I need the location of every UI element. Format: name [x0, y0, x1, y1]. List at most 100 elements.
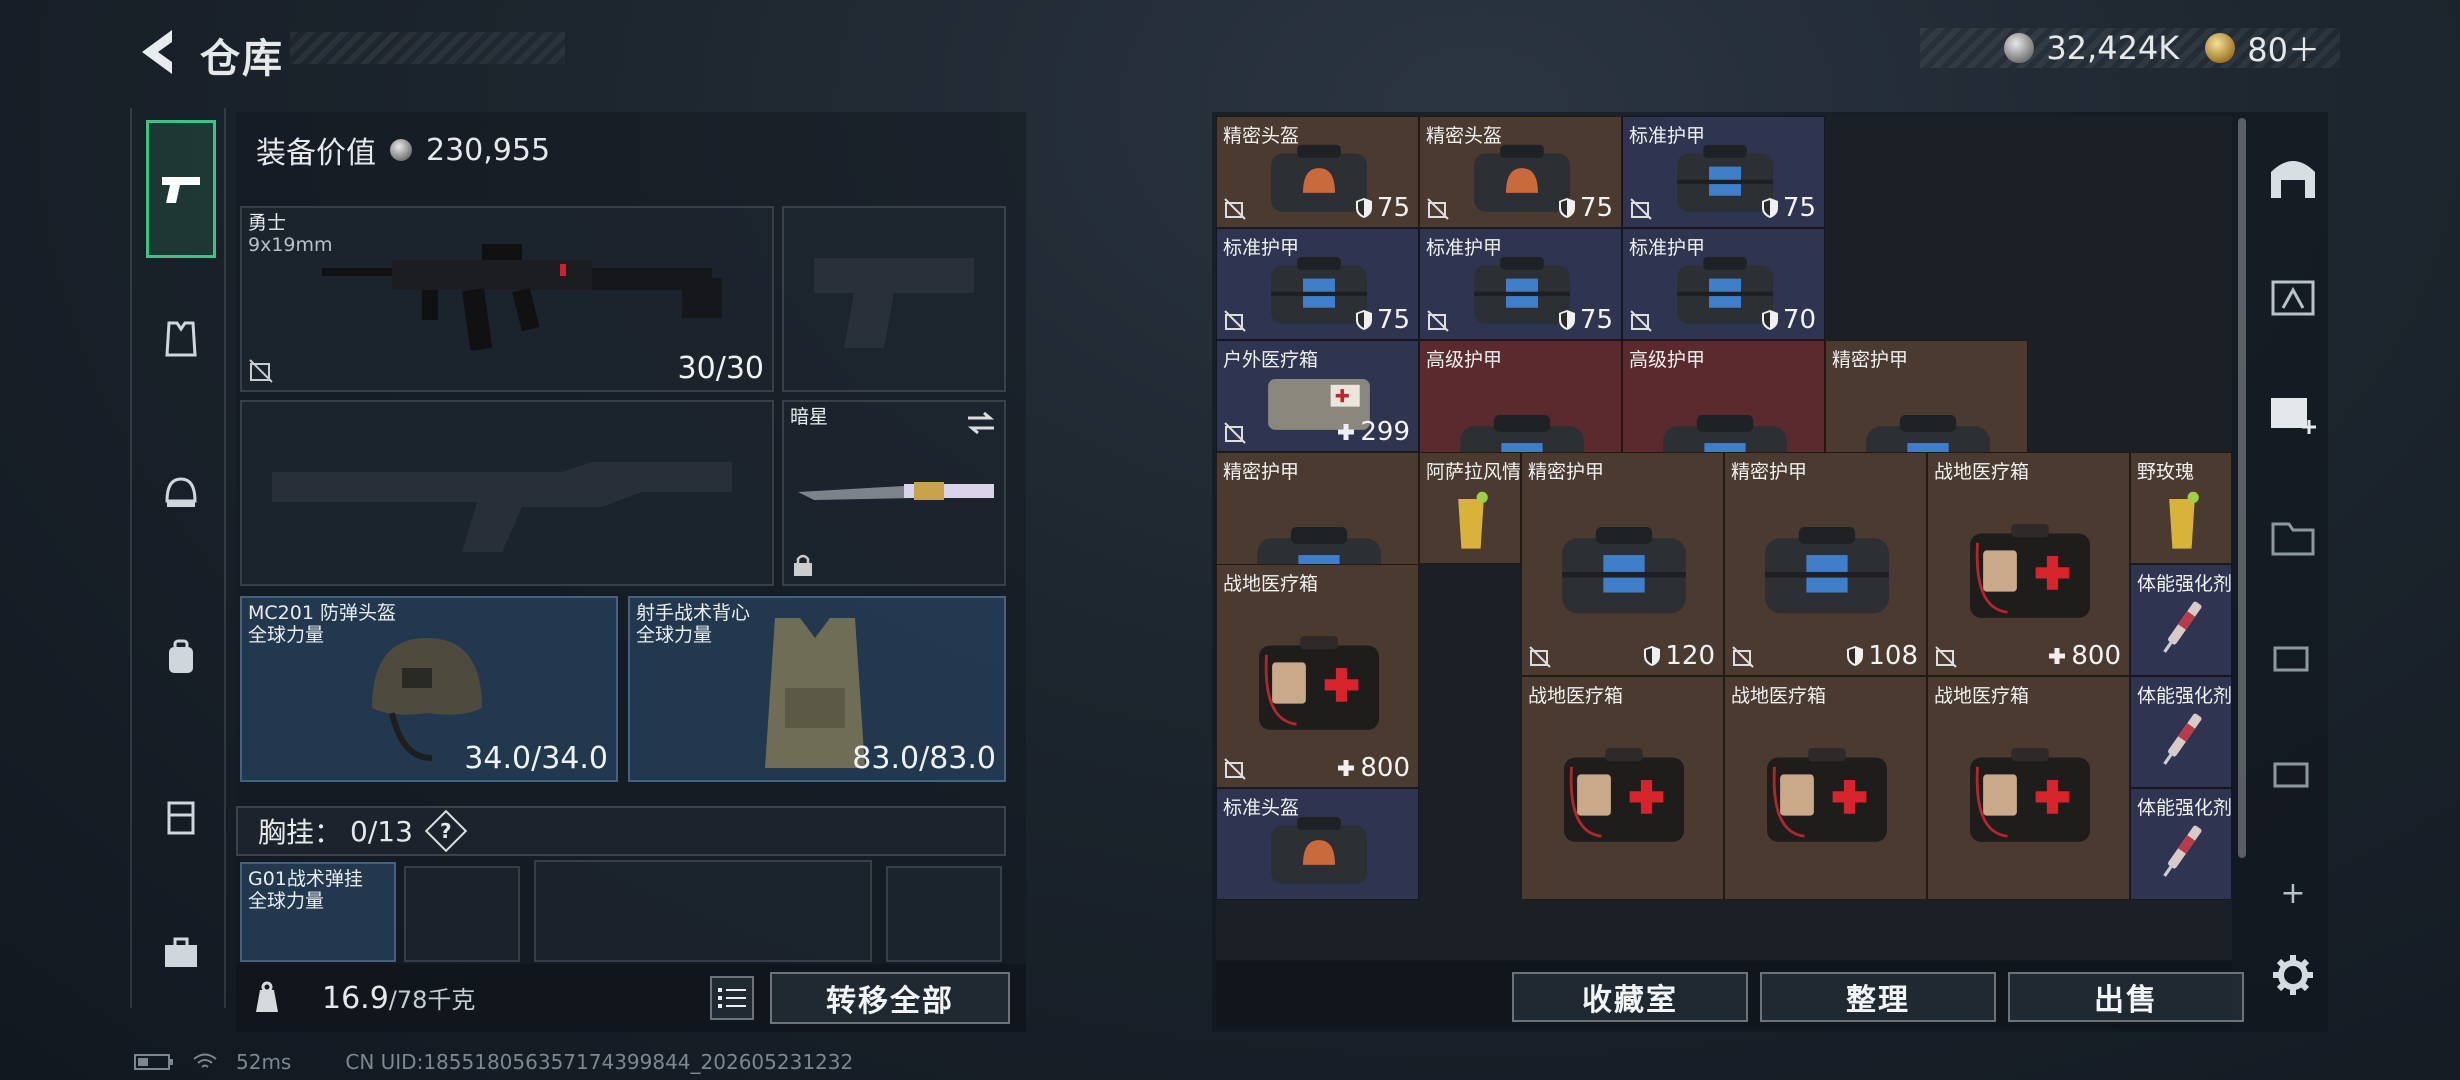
inventory-scrollbar[interactable] — [2238, 118, 2246, 858]
inventory-item[interactable]: 战地医疗箱 800 — [1927, 452, 2130, 676]
warehouse-tab-5[interactable] — [2258, 622, 2328, 692]
storage-add-icon — [2271, 398, 2316, 434]
item-name: 精密护甲 — [1832, 349, 1909, 371]
inventory-item[interactable]: 标准头盔 — [1216, 788, 1419, 900]
nav-helmet[interactable] — [146, 458, 216, 528]
folder-icon — [2271, 522, 2315, 556]
lock-icon — [794, 554, 812, 576]
primary-weapon-slot[interactable]: 勇士 9x19mm 30/30 — [240, 206, 774, 392]
inventory-item[interactable]: 阿萨拉风情 — [1419, 452, 1521, 564]
inventory-item[interactable]: 体能强化剂 — [2130, 676, 2232, 788]
melee-slot[interactable]: 暗星 — [782, 400, 1006, 586]
sidearm-slot[interactable] — [782, 206, 1006, 392]
rig-pouch-slot[interactable] — [404, 866, 520, 962]
inventory-item[interactable]: 战地医疗箱 — [1927, 676, 2130, 900]
chest-rig-item[interactable]: G01战术弹挂 全球力量 — [240, 862, 396, 962]
unlock-icon — [1630, 310, 1652, 332]
item-value-number: 75 — [1376, 305, 1410, 335]
rig-pouch-slot[interactable] — [534, 860, 872, 962]
inventory-grid: 精密头盔 75 精密头盔 75 标准护甲 75 标准护甲 75 标准护甲 75 标准护甲 7… — [1216, 116, 2232, 960]
item-value-number: 75 — [1579, 193, 1613, 223]
item-value-number: 108 — [1868, 641, 1918, 671]
unlock-icon — [1427, 198, 1449, 220]
unlock-icon — [249, 359, 273, 383]
first-aid-kit-image — [1970, 524, 2090, 618]
inventory-item[interactable]: 战地医疗箱 800 — [1216, 564, 1419, 788]
helmet-slot[interactable]: MC201 防弹头盔 全球力量 34.0/34.0 — [240, 596, 618, 782]
sort-button[interactable]: 整理 — [1760, 972, 1996, 1022]
item-value: 800 — [2047, 641, 2121, 671]
nav-weapons[interactable] — [146, 120, 216, 258]
item-value: 75 — [1558, 305, 1613, 335]
rig-pouch-slot[interactable] — [886, 866, 1002, 962]
transfer-all-button[interactable]: 转移全部 — [770, 972, 1010, 1024]
inventory-item[interactable]: 精密头盔 75 — [1419, 116, 1622, 228]
nav-rig[interactable] — [146, 782, 216, 852]
item-name: 战地医疗箱 — [1934, 685, 2030, 707]
weight-icon — [256, 981, 278, 1012]
inventory-item[interactable]: 标准护甲 75 — [1419, 228, 1622, 340]
secondary-weapon-slot[interactable] — [240, 400, 774, 586]
equipment-value: 装备价值 230,955 — [256, 128, 550, 172]
warehouse-tab-3[interactable] — [2258, 378, 2328, 448]
inventory-item[interactable]: 精密头盔 75 — [1216, 116, 1419, 228]
helmet-durability: 34.0/34.0 — [464, 741, 608, 776]
unlock-icon — [1224, 758, 1246, 780]
item-value-number: 70 — [1782, 305, 1816, 335]
inventory-item[interactable]: 户外医疗箱 299 — [1216, 340, 1419, 452]
warehouse-main-tab[interactable] — [2258, 142, 2328, 212]
armor-value-icon — [1558, 310, 1575, 330]
armor-bag-image — [1765, 526, 1889, 614]
heal-value-icon — [2049, 648, 2066, 664]
nav-case[interactable] — [146, 918, 216, 988]
hand-icon — [2273, 646, 2309, 672]
gear-icon — [2273, 955, 2313, 995]
sell-button[interactable]: 出售 — [2008, 972, 2244, 1022]
armor-name: 射手战术背心 — [636, 602, 751, 624]
inventory-item[interactable]: 野玫瑰 — [2130, 452, 2232, 564]
unlock-icon — [1427, 310, 1449, 332]
item-name: 标准护甲 — [1629, 125, 1706, 147]
inventory-item[interactable]: 精密护甲 120 — [1521, 452, 1724, 676]
unlock-icon — [1935, 646, 1957, 668]
nav-backpack[interactable] — [146, 622, 216, 692]
rig-item-faction: 全球力量 — [248, 890, 325, 912]
collection-button[interactable]: 收藏室 — [1512, 972, 1748, 1022]
silver-coin-icon — [390, 139, 412, 161]
inventory-item[interactable]: 精密护甲 108 — [1724, 452, 1927, 676]
armor-value-icon — [1355, 310, 1372, 330]
inventory-item[interactable]: 战地医疗箱 — [1724, 676, 1927, 900]
inventory-item[interactable]: 体能强化剂 — [2130, 788, 2232, 900]
settings-button[interactable] — [2258, 940, 2328, 1010]
item-name: 精密护甲 — [1731, 461, 1808, 483]
weight-readout: 16.9/78千克 — [322, 980, 475, 1016]
warehouse-tab-4[interactable] — [2258, 502, 2328, 572]
chest-rig-label: 胸挂： — [258, 816, 343, 849]
item-name: 标准护甲 — [1223, 237, 1300, 259]
gold-amount[interactable]: 80＋ — [2247, 25, 2320, 71]
add-warehouse-button[interactable]: + — [2258, 858, 2328, 928]
help-icon[interactable]: ? — [424, 809, 468, 853]
vest-icon — [165, 321, 197, 357]
list-view-button[interactable] — [710, 976, 754, 1020]
item-value: 75 — [1761, 193, 1816, 223]
back-button[interactable] — [130, 22, 190, 82]
swap-icon[interactable] — [966, 410, 996, 436]
inventory-item[interactable]: 标准护甲 75 — [1216, 228, 1419, 340]
item-name: 战地医疗箱 — [1223, 573, 1319, 595]
nav-armor[interactable] — [146, 304, 216, 374]
item-value-number: 75 — [1376, 193, 1410, 223]
inventory-item[interactable]: 标准护甲 70 — [1622, 228, 1825, 340]
armor-slot[interactable]: 射手战术背心 全球力量 83.0/83.0 — [628, 596, 1006, 782]
armor-value-icon — [1761, 198, 1778, 218]
warehouse-tab-2[interactable] — [2258, 262, 2328, 332]
warehouse-tab-6[interactable] — [2258, 738, 2328, 808]
inventory-item[interactable]: 战地医疗箱 — [1521, 676, 1724, 900]
item-value: 120 — [1643, 641, 1715, 671]
inventory-item[interactable]: 标准护甲 75 — [1622, 116, 1825, 228]
syringe-image — [2163, 713, 2202, 765]
silver-coin-icon — [2004, 33, 2035, 63]
first-aid-kit-image — [1767, 748, 1887, 842]
inventory-item[interactable]: 体能强化剂 — [2130, 564, 2232, 676]
item-value: 108 — [1846, 641, 1918, 671]
